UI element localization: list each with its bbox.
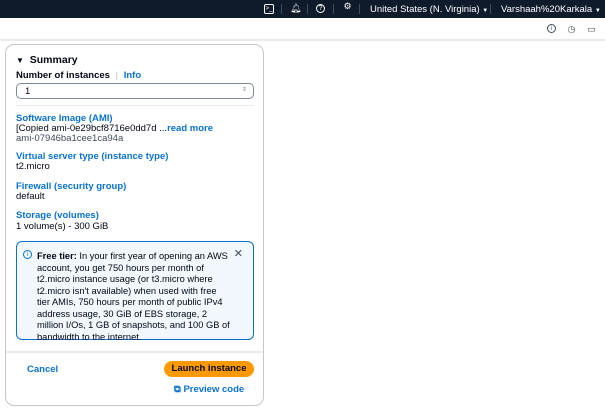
history-icon[interactable]: ◷ [566, 24, 577, 35]
account-menu[interactable]: Varshaah%20Karkala ▼ [501, 4, 601, 15]
top-navigation-bar: >_ 🔔︎ ? ⚙ United States (N. Virginia) ▼ … [0, 0, 605, 18]
divider [359, 4, 360, 14]
utility-bar: i ◷ ▭ [0, 18, 605, 41]
ami-id: ami-07946ba1cee1ca94a [16, 133, 124, 144]
preview-code-button[interactable]: ⧉ Preview code [174, 384, 244, 395]
free-tier-title: Free tier: [37, 251, 77, 261]
info-icon: i [23, 250, 32, 259]
free-tier-alert: i Free tier: In your first year of openi… [16, 241, 254, 343]
storage-value: 1 volume(s) - 300 GiB [16, 221, 109, 232]
free-tier-message: Free tier: In your first year of opening… [37, 251, 232, 343]
close-icon[interactable]: ✕ [234, 247, 243, 260]
bell-icon[interactable]: 🔔︎ [290, 3, 301, 14]
num-instances-input[interactable]: 1 ⇕ [16, 83, 254, 99]
info-link[interactable]: Info [124, 70, 141, 81]
region-label: United States (N. Virginia) [370, 4, 480, 15]
divider [281, 4, 282, 14]
cloudshell-icon[interactable]: >_ [264, 4, 274, 14]
gear-icon[interactable]: ⚙ [342, 1, 353, 12]
divider [490, 4, 491, 14]
cancel-button[interactable]: Cancel [27, 364, 58, 375]
launch-instance-button[interactable]: Launch instance [164, 361, 254, 377]
firewall-value: default [16, 191, 45, 202]
help-icon[interactable]: ? [316, 4, 325, 13]
read-more-link[interactable]: read more [167, 123, 213, 134]
divider [6, 351, 263, 353]
divider [307, 4, 308, 14]
num-instances-label: Number of instances [16, 70, 110, 81]
divider [16, 105, 254, 106]
free-tier-text: In your first year of opening an AWS acc… [37, 251, 230, 342]
feedback-icon[interactable]: ▭ [586, 24, 597, 35]
user-label: Varshaah%20Karkala [501, 4, 593, 15]
summary-panel: ▼ Summary Number of instances | Info 1 ⇕… [5, 44, 264, 406]
num-instances-value: 1 [25, 86, 31, 97]
region-selector[interactable]: United States (N. Virginia) ▼ [370, 4, 488, 15]
instance-type-value: t2.micro [16, 161, 50, 172]
preview-code-icon: ⧉ [174, 384, 181, 395]
info-icon[interactable]: i [547, 24, 556, 33]
storage-label[interactable]: Storage (volumes) [16, 210, 99, 221]
caret-down-icon: ▼ [16, 56, 24, 65]
divider [333, 4, 334, 14]
preview-code-label: Preview code [183, 384, 245, 395]
summary-toggle[interactable]: ▼ Summary [16, 54, 78, 66]
stepper-icon[interactable]: ⇕ [242, 86, 247, 93]
summary-title: Summary [29, 54, 78, 66]
